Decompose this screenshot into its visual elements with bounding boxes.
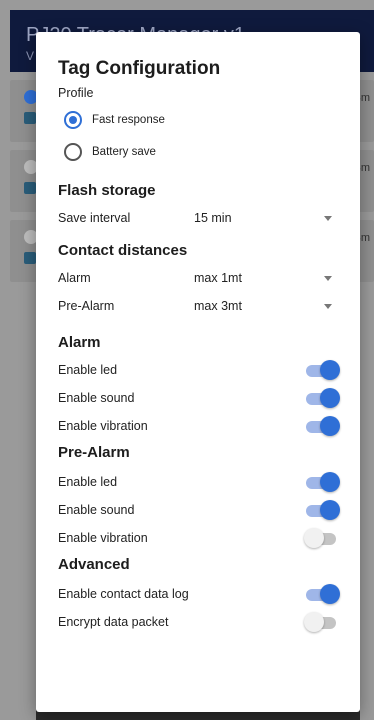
chevron-down-icon[interactable] (324, 215, 332, 221)
radio-label: Battery save (92, 146, 156, 158)
switch-label: Enable sound (58, 503, 135, 517)
section-alarm: Alarm (58, 334, 101, 351)
alarm-enable-led-row[interactable]: Enable led (58, 356, 340, 384)
switch-label: Enable contact data log (58, 587, 189, 601)
chevron-down-icon[interactable] (324, 303, 332, 309)
toggle-switch[interactable] (306, 388, 340, 408)
toggle-switch[interactable] (304, 612, 338, 632)
toggle-switch[interactable] (304, 528, 338, 548)
enable-contact-data-log-row[interactable]: Enable contact data log (58, 580, 340, 608)
pre-alarm-distance-value: max 3mt (194, 299, 242, 313)
section-advanced: Advanced (58, 556, 130, 573)
chevron-down-icon[interactable] (324, 275, 332, 281)
pre-alarm-enable-led-row[interactable]: Enable led (58, 468, 340, 496)
radio-battery-save[interactable]: Battery save (58, 136, 338, 168)
device-icon (24, 112, 36, 124)
tag-configuration-dialog: Tag Configuration Profile Fast response … (36, 32, 360, 712)
switch-label: Enable led (58, 363, 118, 377)
pre-alarm-enable-vibration-row[interactable]: Enable vibration (58, 524, 338, 552)
save-interval-label: Save interval (58, 211, 131, 225)
toggle-switch[interactable] (306, 472, 340, 492)
radio-selected-icon[interactable] (64, 111, 82, 129)
radio-fast-response[interactable]: Fast response (58, 104, 338, 136)
encrypt-data-packet-row[interactable]: Encrypt data packet (58, 608, 338, 636)
pre-alarm-enable-sound-row[interactable]: Enable sound (58, 496, 340, 524)
toggle-switch[interactable] (306, 500, 340, 520)
alarm-enable-sound-row[interactable]: Enable sound (58, 384, 340, 412)
device-icon (24, 252, 36, 264)
radio-label: Fast response (92, 114, 165, 126)
toggle-switch[interactable] (306, 416, 340, 436)
dialog-title: Tag Configuration (58, 58, 221, 79)
switch-label: Enable led (58, 475, 118, 489)
section-flash-storage: Flash storage (58, 182, 156, 199)
switch-label: Enable vibration (58, 419, 148, 433)
radio-unselected-icon[interactable] (64, 143, 82, 161)
switch-label: Enable vibration (58, 531, 148, 545)
pre-alarm-distance-label: Pre-Alarm (58, 299, 115, 313)
section-pre-alarm: Pre-Alarm (58, 444, 130, 461)
save-interval-value: 15 min (194, 211, 232, 225)
switch-label: Enable sound (58, 391, 135, 405)
alarm-enable-vibration-row[interactable]: Enable vibration (58, 412, 340, 440)
section-contact-distances: Contact distances (58, 242, 188, 259)
alarm-distance-select[interactable]: Alarm max 1mt (58, 264, 338, 292)
pre-alarm-distance-select[interactable]: Pre-Alarm max 3mt (58, 292, 338, 320)
save-interval-select[interactable]: Save interval 15 min (58, 204, 338, 232)
device-icon (24, 182, 36, 194)
toggle-switch[interactable] (306, 360, 340, 380)
alarm-distance-value: max 1mt (194, 271, 242, 285)
alarm-distance-label: Alarm (58, 271, 91, 285)
profile-label: Profile (58, 86, 94, 100)
toggle-switch[interactable] (306, 584, 340, 604)
switch-label: Encrypt data packet (58, 615, 169, 629)
